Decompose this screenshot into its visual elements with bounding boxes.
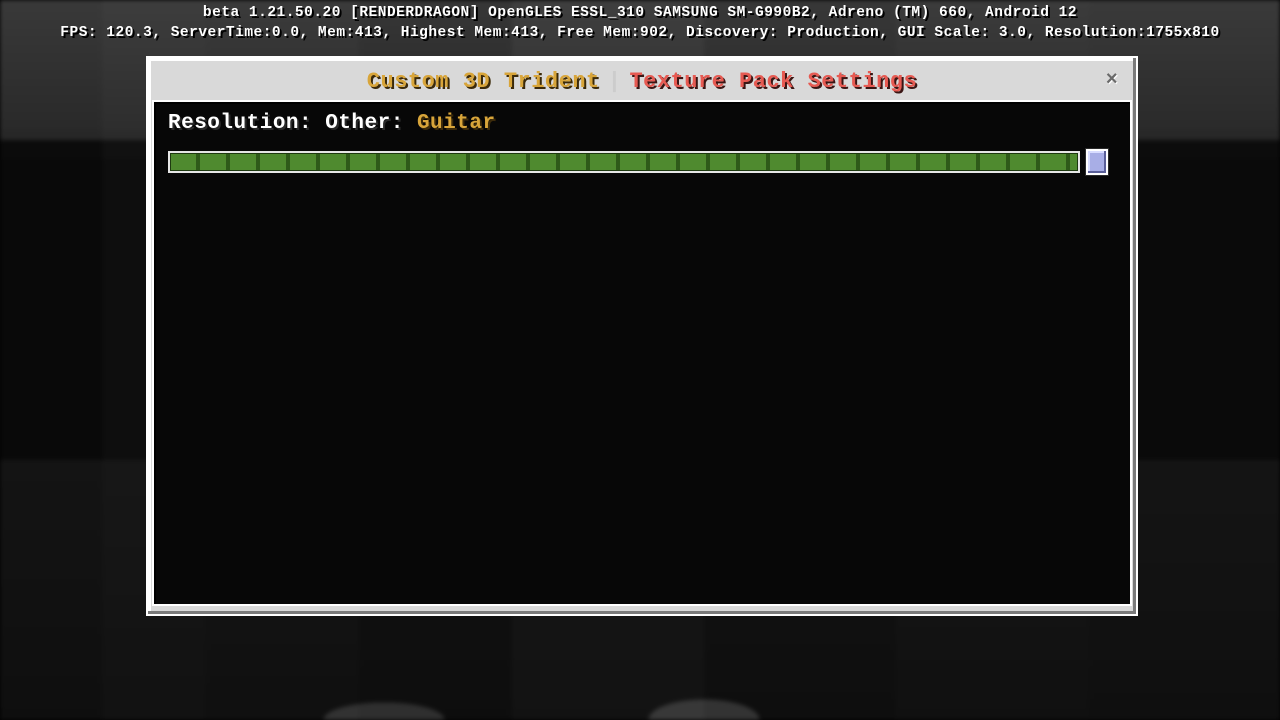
setting-value: Guitar <box>417 112 496 135</box>
close-icon: × <box>1106 69 1119 92</box>
settings-panel: Custom 3D Trident | Texture Pack Setting… <box>146 56 1138 616</box>
resolution-setting-label: Resolution: Other: Guitar <box>168 112 1116 135</box>
debug-line-2: FPS: 120.3, ServerTime:0.0, Mem:413, Hig… <box>60 25 1219 41</box>
panel-body: Resolution: Other: Guitar <box>152 100 1132 606</box>
panel-title-right: Texture Pack Settings <box>629 69 917 94</box>
slider-thumb[interactable] <box>1086 149 1108 175</box>
debug-overlay: beta 1.21.50.20 [RENDERDRAGON] OpenGLES … <box>0 4 1280 43</box>
setting-prefix: Resolution: Other: <box>168 112 417 135</box>
panel-title-left: Custom 3D Trident <box>367 69 600 94</box>
resolution-slider[interactable] <box>168 149 1108 175</box>
panel-title-separator: | <box>608 69 622 94</box>
debug-line-1: beta 1.21.50.20 [RENDERDRAGON] OpenGLES … <box>203 5 1077 21</box>
slider-track <box>168 151 1080 173</box>
close-button[interactable]: × <box>1100 68 1124 92</box>
panel-header: Custom 3D Trident | Texture Pack Setting… <box>152 62 1132 100</box>
